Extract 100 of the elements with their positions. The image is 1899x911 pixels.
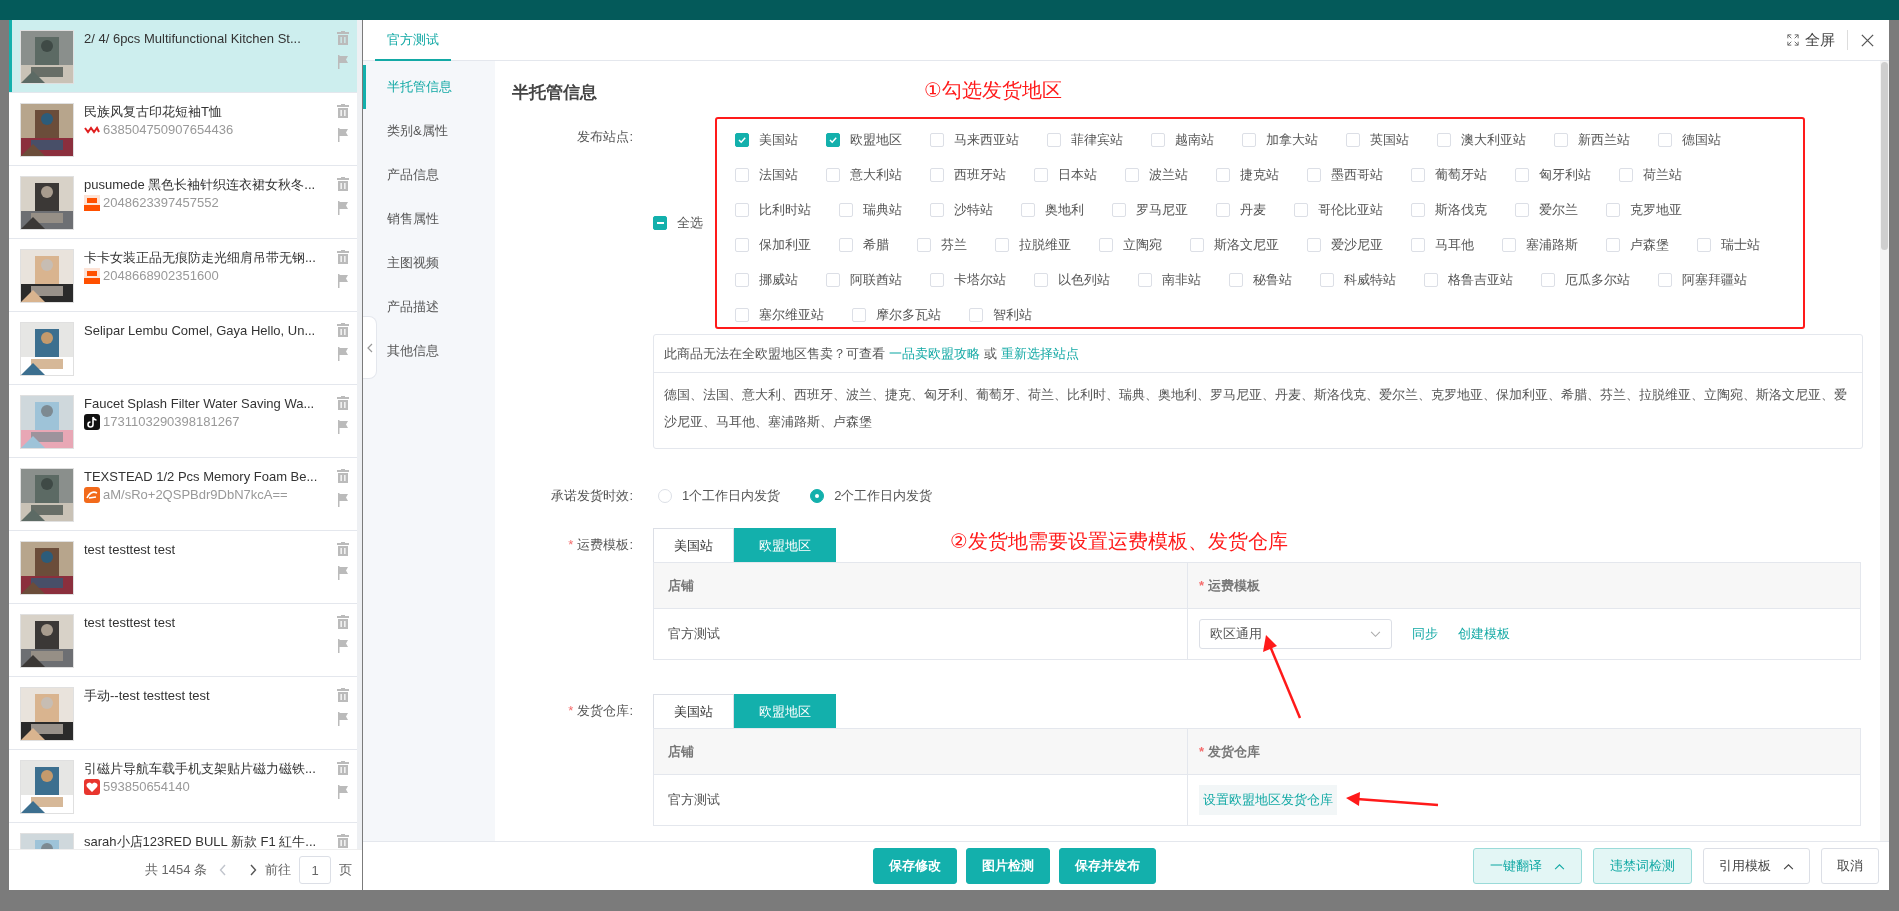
previous-page-icon[interactable] [219,864,227,876]
column-header: 发货仓库 [1208,742,1261,761]
trash-icon[interactable] [337,396,349,410]
product-list-item[interactable]: 卡卡女装正品无痕防走光细肩吊带无钢... 2048668902351600 [9,239,357,312]
product-id: 638504750907654436 [103,121,234,139]
checkbox-label: 马耳他 [1435,235,1474,254]
checkbox-label: 德国站 [1682,130,1721,149]
product-title: 手动--test testtest test [84,687,211,705]
checkbox-label: 美国站 [759,130,798,149]
checkbox-label: 克罗地亚 [1630,200,1682,219]
section-nav-item[interactable]: 销售属性 [377,197,495,241]
shop-logo-icon [84,195,100,211]
checkbox-label: 塞浦路斯 [1526,235,1578,254]
flag-icon[interactable] [337,274,349,288]
flag-icon[interactable] [337,128,349,142]
flag-icon[interactable] [337,785,349,799]
product-list-item[interactable]: TEXSTEAD 1/2 Pcs Memory Foam Be... aM/sRo+2QSPBdr9DbN7kcA== [9,458,357,531]
product-list-item[interactable]: Faucet Splash Filter Water Saving Wa... 1731103290398181267 [9,385,357,458]
product-list-item[interactable]: test testtest test [9,604,357,677]
section-nav-item[interactable]: 其他信息 [377,329,495,373]
product-id: 2048668902351600 [103,267,219,285]
checkbox-label: 卢森堡 [1630,235,1669,254]
product-list-item[interactable]: pusumede 黑色长袖针织连衣裙女秋冬... 2048623397457552 [9,166,357,239]
trash-icon[interactable] [337,542,349,556]
checkbox-label: 科威特站 [1344,270,1396,289]
flag-icon[interactable] [337,420,349,434]
select-all-checkbox[interactable] [653,216,667,230]
product-title: test testtest test [84,614,177,632]
trash-icon[interactable] [337,31,349,45]
close-icon[interactable] [1860,32,1875,48]
checkbox-label: 南非站 [1162,270,1201,289]
product-list-item[interactable]: 手动--test testtest test [9,677,357,750]
trash-icon[interactable] [337,615,349,629]
checkbox-label: 立陶宛 [1123,235,1162,254]
table-cell: 官方测试 [668,625,720,643]
fullscreen-button[interactable]: 全屏 [1787,30,1835,50]
flag-icon[interactable] [337,493,349,507]
template-select[interactable]: 欧区通用 [1199,619,1392,649]
product-id: 593850654140 [103,778,190,796]
product-title: TEXSTEAD 1/2 Pcs Memory Foam Be... [84,468,319,486]
footer-button[interactable]: 引用模板 [1703,848,1810,884]
flag-icon[interactable] [337,639,349,653]
trash-icon[interactable] [337,761,349,775]
product-list-item[interactable]: Selipar Lembu Comel, Gaya Hello, Un... [9,312,357,385]
checkbox-label: 保加利亚 [759,235,811,254]
footer-button[interactable]: 取消 [1821,848,1879,884]
flag-icon[interactable] [337,566,349,580]
checkbox-label: 爱沙尼亚 [1331,235,1383,254]
section-nav-item[interactable]: 产品信息 [377,153,495,197]
checkbox-label: 阿联酋站 [850,270,902,289]
section-nav-item[interactable]: 主图视频 [377,241,495,285]
flag-icon[interactable] [337,201,349,215]
chevron-left-icon [366,342,373,353]
product-list-item[interactable]: 2/ 4/ 6pcs Multifunctional Kitchen St... [9,20,357,93]
section-title: 半托管信息 [512,83,597,102]
notice-text: 或 [984,344,997,363]
trash-icon[interactable] [337,250,349,264]
radio-button[interactable] [810,489,825,503]
trash-icon[interactable] [337,834,349,848]
product-title: Selipar Lembu Comel, Gaya Hello, Un... [84,322,317,340]
product-list-item[interactable]: test testtest test [9,531,357,604]
collapse-handle[interactable] [363,316,377,379]
checkbox-label: 法国站 [759,165,798,184]
flag-icon[interactable] [337,55,349,69]
region-tab[interactable]: 美国站 [653,694,734,728]
required-mark: * [568,537,574,552]
trash-icon[interactable] [337,177,349,191]
product-list-item[interactable]: 民族风复古印花短袖T恤 638504750907654436 [9,93,357,166]
region-tab[interactable]: 美国站 [653,528,734,562]
trash-icon[interactable] [337,688,349,702]
checkbox-label: 以色列站 [1058,270,1110,289]
checkbox-label: 瑞典站 [863,200,902,219]
checkbox-label: 捷克站 [1240,165,1279,184]
flag-icon[interactable] [337,712,349,726]
annotation-text: ②发货地需要设置运费模板、发货仓库 [950,529,1288,554]
trash-icon[interactable] [337,104,349,118]
flag-icon[interactable] [337,347,349,361]
checkbox-label: 摩尔多瓦站 [876,305,941,324]
checkbox-label: 爱尔兰 [1539,200,1578,219]
trash-icon[interactable] [337,469,349,483]
checkbox-label: 丹麦 [1240,200,1266,219]
checkbox-label: 拉脱维亚 [1019,235,1071,254]
section-nav-item[interactable]: 类别&属性 [377,109,495,153]
section-nav-item[interactable]: 产品描述 [377,285,495,329]
checkbox-label: 匈牙利站 [1539,165,1591,184]
product-title: 引磁片导航车载手机支架贴片磁力磁铁... [84,760,317,778]
checkbox-label: 格鲁吉亚站 [1448,270,1513,289]
product-id: 2048623397457552 [103,194,219,212]
site-checkbox[interactable] [735,132,749,147]
column-header: 店铺 [668,742,694,761]
product-list-item[interactable]: 引磁片导航车载手机支架贴片磁力磁铁... 593850654140 [9,750,357,823]
table-cell: 官方测试 [668,791,720,809]
site-checkbox[interactable] [826,132,840,147]
page-input[interactable]: 1 [299,856,331,884]
scrollbar-thumb[interactable] [1881,62,1888,250]
trash-icon[interactable] [337,323,349,337]
next-page-icon[interactable] [249,864,257,876]
radio-label: 1个工作日内发货 [682,487,781,505]
checkbox-label: 挪威站 [759,270,798,289]
checkmark-icon [737,134,747,145]
